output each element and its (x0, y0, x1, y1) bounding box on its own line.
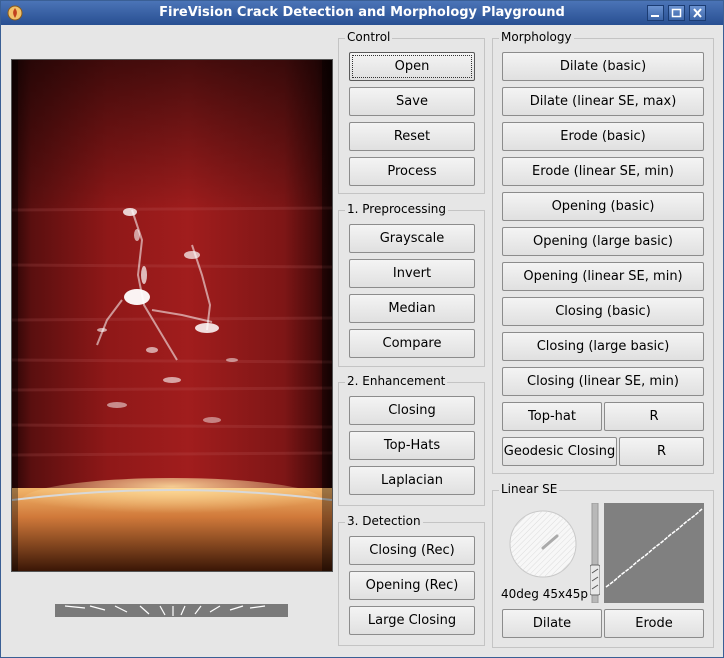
window-title: FireVision Crack Detection and Morpholog… (159, 5, 565, 20)
se-dilate-button[interactable]: Dilate (502, 609, 602, 638)
opening-rec-button[interactable]: Opening (Rec) (349, 571, 475, 600)
dilate-basic-button[interactable]: Dilate (basic) (502, 52, 704, 81)
scale-bar (55, 604, 288, 617)
maximize-button[interactable] (668, 5, 685, 21)
laplacian-button[interactable]: Laplacian (349, 466, 475, 495)
se-line-preview (604, 503, 704, 603)
process-button[interactable]: Process (349, 157, 475, 186)
se-erode-button[interactable]: Erode (604, 609, 704, 638)
closing-basic-button[interactable]: Closing (basic) (502, 297, 704, 326)
median-button[interactable]: Median (349, 294, 475, 323)
dilate-linear-button[interactable]: Dilate (linear SE, max) (502, 87, 704, 116)
se-length-slider[interactable] (590, 503, 600, 603)
image-view[interactable] (11, 59, 333, 572)
close-icon (693, 8, 702, 18)
preprocessing-group-title: 1. Preprocessing (345, 202, 449, 216)
closing-linear-button[interactable]: Closing (linear SE, min) (502, 367, 704, 396)
reset-button[interactable]: Reset (349, 122, 475, 151)
scale-ticks (64, 605, 266, 616)
minimize-button[interactable] (647, 5, 664, 21)
top-hat-button[interactable]: Top-hat (502, 402, 602, 431)
main-window: FireVision Crack Detection and Morpholog… (0, 0, 724, 658)
large-closing-button[interactable]: Large Closing (349, 606, 475, 635)
erode-basic-button[interactable]: Erode (basic) (502, 122, 704, 151)
control-group-title: Control (345, 30, 393, 44)
morphology-group-title: Morphology (499, 30, 574, 44)
close-button[interactable] (689, 5, 706, 21)
grayscale-button[interactable]: Grayscale (349, 224, 475, 253)
enhancement-group-title: 2. Enhancement (345, 374, 448, 388)
opening-large-button[interactable]: Opening (large basic) (502, 227, 704, 256)
open-button[interactable]: Open (349, 52, 475, 81)
closing-large-button[interactable]: Closing (large basic) (502, 332, 704, 361)
opening-linear-button[interactable]: Opening (linear SE, min) (502, 262, 704, 291)
opening-basic-button[interactable]: Opening (basic) (502, 192, 704, 221)
erode-linear-button[interactable]: Erode (linear SE, min) (502, 157, 704, 186)
linear-se-group-title: Linear SE (499, 482, 560, 496)
compare-button[interactable]: Compare (349, 329, 475, 358)
enhancement-closing-button[interactable]: Closing (349, 396, 475, 425)
se-parameters-label: 40deg 45x45p (501, 587, 588, 601)
geodesic-closing-button[interactable]: Geodesic Closing (502, 437, 617, 466)
pipe-image (12, 60, 332, 571)
top-hats-button[interactable]: Top-Hats (349, 431, 475, 460)
closing-rec-button[interactable]: Closing (Rec) (349, 536, 475, 565)
title-bar[interactable]: FireVision Crack Detection and Morpholog… (1, 1, 723, 25)
se-preview (604, 503, 704, 603)
save-button[interactable]: Save (349, 87, 475, 116)
invert-button[interactable]: Invert (349, 259, 475, 288)
maximize-icon (671, 8, 682, 18)
angle-dial[interactable] (509, 510, 577, 578)
top-hat-r-button[interactable]: R (604, 402, 704, 431)
detection-group-title: 3. Detection (345, 514, 423, 528)
geodesic-r-button[interactable]: R (619, 437, 704, 466)
minimize-icon (651, 15, 659, 17)
